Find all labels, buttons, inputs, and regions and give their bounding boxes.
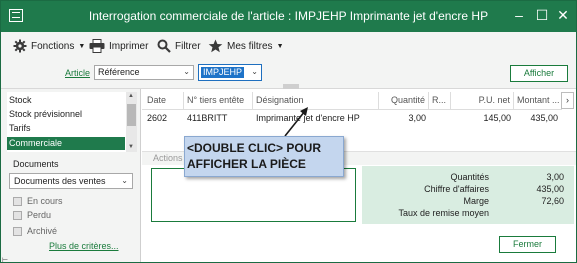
sidebar-scrollbar[interactable]: ▲ ▼ (126, 92, 137, 152)
chevron-down-icon: ⌄ (121, 176, 128, 185)
mes-filtres-button[interactable]: Mes filtres ▼ (208, 38, 284, 54)
sidebar-nav-list: Stock Stock prévisionnel Tarifs Commerci… (7, 92, 137, 152)
summary-value: 72,60 (541, 196, 564, 206)
criteria-value: Référence (98, 67, 140, 77)
checkbox-box (13, 196, 22, 206)
close-button[interactable]: ✕ (555, 6, 571, 24)
documents-label: Documents (13, 159, 59, 169)
imprimer-button[interactable]: Imprimer (89, 38, 148, 54)
column-header-pu-net[interactable]: P.U. net (451, 92, 514, 109)
chevron-down-icon: ⌄ (251, 67, 258, 76)
checkbox-en-cours[interactable]: En cours (13, 195, 123, 207)
summary-label: Chiffre d'affaires (424, 184, 489, 194)
fonctions-label: Fonctions (31, 40, 75, 52)
toolbar: Fonctions ▼ Imprimer Filtrer Mes filtres… (1, 32, 576, 59)
summary-row-marge: Marge 72,60 (362, 196, 574, 207)
maximize-button[interactable]: ☐ (534, 6, 550, 24)
actions-label[interactable]: Actions (153, 153, 183, 163)
checkbox-box (13, 210, 22, 220)
checkbox-archive[interactable]: Archivé (13, 225, 123, 237)
cell-pu-net: 145,00 (483, 113, 511, 123)
cell-r (429, 111, 451, 125)
chevron-down-icon: ▼ (78, 42, 86, 50)
documents-type-select[interactable]: Documents des ventes ⌄ (9, 173, 133, 189)
column-header-montant[interactable]: Montant ... (514, 92, 561, 109)
fermer-button[interactable]: Fermer (499, 236, 556, 253)
chevron-down-icon: ▼ (276, 42, 284, 50)
summary-label: Taux de remise moyen (398, 208, 489, 218)
cell-date: 2602 (147, 113, 168, 123)
header-divider (142, 109, 562, 110)
article-link[interactable]: Article (65, 68, 90, 78)
scroll-right-button[interactable]: › (561, 92, 574, 109)
callout-arrow-icon (284, 107, 308, 137)
summary-label: Quantités (450, 172, 489, 182)
mes-filtres-label: Mes filtres (227, 40, 273, 52)
summary-label: Marge (463, 196, 489, 206)
cell-quantite: 3,00 (408, 113, 426, 123)
scrollbar-thumb[interactable] (127, 104, 136, 126)
scroll-down-icon[interactable]: ▼ (128, 144, 134, 150)
column-header-r[interactable]: R... (429, 92, 451, 109)
sidebar-item-tarifs[interactable]: Tarifs (7, 122, 125, 135)
sidebar-item-stock-previsionnel[interactable]: Stock prévisionnel (7, 108, 125, 121)
cell-tiers: 411BRITT (187, 113, 228, 123)
callout-line-1: <DOUBLE CLIC> POUR (187, 141, 322, 155)
cell-designation: Imprimante jet d'encre HP (256, 113, 360, 123)
afficher-button[interactable]: Afficher (510, 65, 568, 82)
sidebar-item-stock[interactable]: Stock (7, 94, 125, 107)
star-icon (208, 39, 223, 53)
chevron-down-icon: ⌄ (183, 67, 190, 76)
bottom-panel: Quantités 3,00 Chiffre d'affaires 435,00… (142, 165, 576, 262)
window: Interrogation commerciale de l'article :… (0, 0, 577, 263)
column-header-quantite[interactable]: Quantité (379, 92, 429, 109)
checkbox-box (13, 226, 22, 236)
minimize-button[interactable]: – (511, 6, 527, 24)
criteria-select[interactable]: Référence ⌄ (94, 65, 194, 80)
search-icon (157, 39, 171, 53)
documents-type-value: Documents des ventes (14, 176, 106, 186)
fonctions-button[interactable]: Fonctions ▼ (13, 38, 85, 54)
checkbox-label: En cours (27, 196, 63, 206)
gear-icon (13, 39, 27, 53)
summary-row-chiffre-affaires: Chiffre d'affaires 435,00 (362, 184, 574, 195)
scroll-up-icon[interactable]: ▲ (128, 93, 134, 99)
column-header-date[interactable]: Date (144, 92, 184, 109)
summary-row-quantites: Quantités 3,00 (362, 172, 574, 183)
summary-value: 435,00 (536, 184, 564, 194)
column-header-designation[interactable]: Désignation (253, 92, 379, 109)
printer-icon (89, 39, 105, 53)
summary-panel: Quantités 3,00 Chiffre d'affaires 435,00… (362, 166, 574, 224)
title-bar: Interrogation commerciale de l'article :… (1, 1, 576, 32)
callout-text: <DOUBLE CLIC> POUR AFFICHER LA PIÈCE (187, 140, 321, 172)
window-title: Interrogation commerciale de l'article :… (88, 9, 489, 23)
tutorial-callout: <DOUBLE CLIC> POUR AFFICHER LA PIÈCE (184, 136, 344, 177)
filtrer-label: Filtrer (175, 40, 201, 52)
summary-row-taux-remise: Taux de remise moyen (362, 208, 574, 219)
filtrer-button[interactable]: Filtrer (157, 38, 201, 54)
checkbox-label: Archivé (27, 226, 58, 236)
checkbox-perdu[interactable]: Perdu (13, 209, 123, 221)
callout-line-2: AFFICHER LA PIÈCE (187, 157, 306, 171)
article-code-value: IMPJEHP (201, 67, 245, 78)
article-code-input[interactable]: IMPJEHP ⌄ (198, 64, 262, 81)
checkbox-label: Perdu (27, 210, 52, 220)
sidebar-item-commerciale[interactable]: Commerciale (7, 137, 125, 150)
cell-montant: 435,00 (530, 113, 558, 123)
column-header-tiers[interactable]: N° tiers entête (184, 92, 253, 109)
resize-grip-icon[interactable]: ⊢ (2, 256, 8, 263)
summary-value: 3,00 (546, 172, 564, 182)
imprimer-label: Imprimer (109, 40, 149, 52)
sidebar: Stock Stock prévisionnel Tarifs Commerci… (1, 89, 141, 262)
more-criteria-link[interactable]: Plus de critères... (49, 241, 119, 251)
